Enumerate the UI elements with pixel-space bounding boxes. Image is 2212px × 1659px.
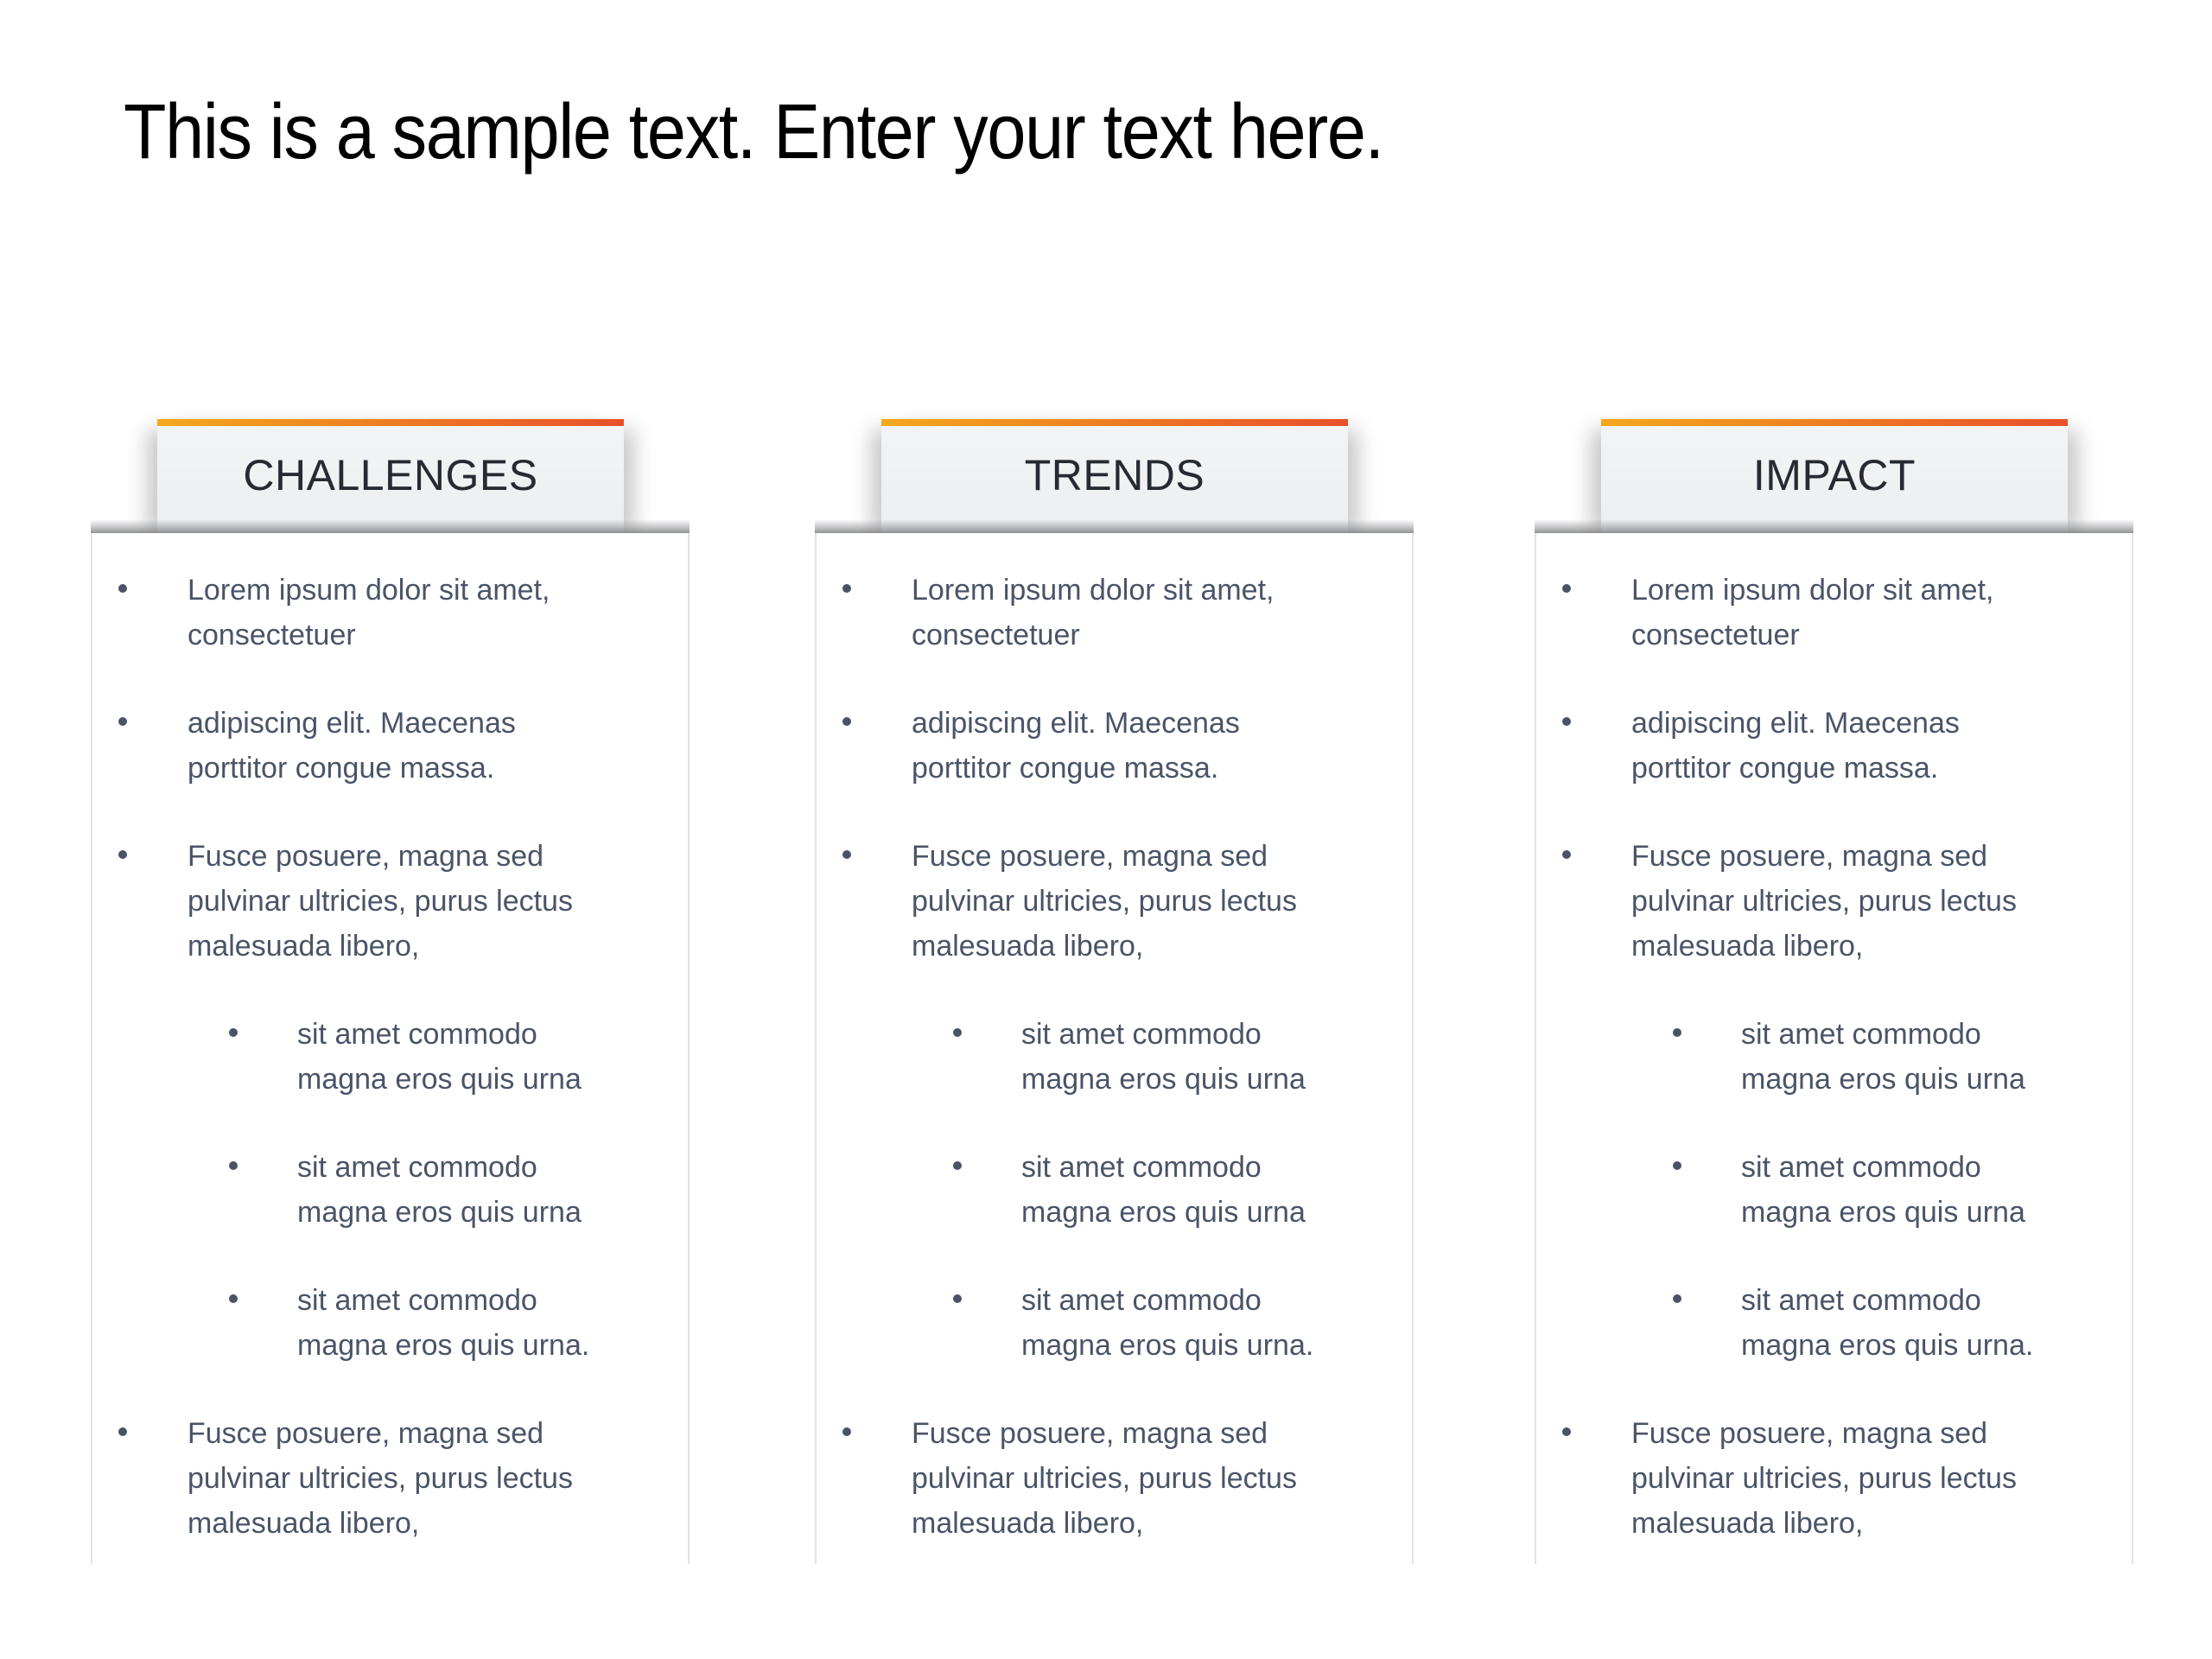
bullet-text: adipiscing elit. Maecenas porttitor cong… xyxy=(1631,707,1960,785)
bullet-dot-icon xyxy=(953,1294,962,1303)
bullet-text: Fusce posuere, magna sed pulvinar ultric… xyxy=(912,840,1297,963)
bullet-item: adipiscing elit. Maecenas porttitor cong… xyxy=(817,701,1412,791)
bullet-text: Fusce posuere, magna sed pulvinar ultric… xyxy=(188,1417,573,1540)
bullet-text: Lorem ipsum dolor sit amet, consectetuer xyxy=(912,574,1274,652)
bullet-dot-icon xyxy=(953,1161,962,1170)
sub-bullet-item: sit amet commodo magna eros quis urna. xyxy=(92,1278,688,1368)
sub-bullet-item: sit amet commodo magna eros quis urna xyxy=(92,1145,688,1235)
bullet-dot-icon xyxy=(842,1427,851,1436)
bullet-item: adipiscing elit. Maecenas porttitor cong… xyxy=(92,701,688,791)
bullet-text: sit amet commodo magna eros quis urna xyxy=(1741,1018,2025,1096)
bullet-text: Lorem ipsum dolor sit amet, consectetuer xyxy=(1631,574,1994,652)
slide-title: This is a sample text. Enter your text h… xyxy=(124,89,1384,175)
bullet-item: Fusce posuere, magna sed pulvinar ultric… xyxy=(817,834,1412,969)
accent-bar xyxy=(1601,419,2068,426)
card-challenges: CHALLENGES Lorem ipsum dolor sit amet, c… xyxy=(91,419,690,1564)
bullet-text: Fusce posuere, magna sed pulvinar ultric… xyxy=(912,1417,1297,1540)
sub-bullet-item: sit amet commodo magna eros quis urna xyxy=(817,1145,1412,1235)
bullet-text: Lorem ipsum dolor sit amet, consectetuer xyxy=(188,574,550,652)
bullet-dot-icon xyxy=(1562,1427,1571,1436)
bullet-dot-icon xyxy=(118,1427,127,1436)
card-header-tab: IMPACT xyxy=(1601,419,2068,533)
bullet-dot-icon xyxy=(229,1294,238,1303)
card-header-tab: CHALLENGES xyxy=(157,419,624,533)
bullet-text: sit amet commodo magna eros quis urna xyxy=(1021,1151,1306,1229)
bullet-text: sit amet commodo magna eros quis urna. xyxy=(1741,1284,2034,1362)
bullet-item: Fusce posuere, magna sed pulvinar ultric… xyxy=(1536,1411,2132,1546)
bullet-dot-icon xyxy=(842,850,851,859)
bullet-list: Lorem ipsum dolor sit amet, consectetuer… xyxy=(1536,568,2132,1589)
sub-bullet-item: sit amet commodo magna eros quis urna xyxy=(92,1012,688,1102)
bullet-item: Lorem ipsum dolor sit amet, consectetuer xyxy=(92,568,688,658)
bullet-item: Fusce posuere, magna sed pulvinar ultric… xyxy=(92,1411,688,1546)
card-impact: IMPACT Lorem ipsum dolor sit amet, conse… xyxy=(1535,419,2133,1564)
bullet-text: sit amet commodo magna eros quis urna xyxy=(297,1151,582,1229)
bullet-dot-icon xyxy=(229,1161,238,1170)
bullet-dot-icon xyxy=(842,584,851,593)
bullet-text: sit amet commodo magna eros quis urna. xyxy=(1021,1284,1314,1362)
bullet-text: Fusce posuere, magna sed pulvinar ultric… xyxy=(188,840,573,963)
bullet-dot-icon xyxy=(118,584,127,593)
bullet-dot-icon xyxy=(118,717,127,726)
sub-bullet-item: sit amet commodo magna eros quis urna xyxy=(1536,1012,2132,1102)
card-title: CHALLENGES xyxy=(243,451,538,499)
bullet-item: Fusce posuere, magna sed pulvinar ultric… xyxy=(92,834,688,969)
bullet-text: sit amet commodo magna eros quis urna xyxy=(1021,1018,1306,1096)
card-title: TRENDS xyxy=(1024,451,1205,499)
bullet-dot-icon xyxy=(1562,850,1571,859)
bullet-text: sit amet commodo magna eros quis urna xyxy=(297,1018,582,1096)
bullet-dot-icon xyxy=(229,1028,238,1037)
card-body: Lorem ipsum dolor sit amet, consectetuer… xyxy=(815,519,1414,1564)
bullet-dot-icon xyxy=(953,1028,962,1037)
bullet-text: adipiscing elit. Maecenas porttitor cong… xyxy=(188,707,516,785)
card-title: IMPACT xyxy=(1752,451,1916,499)
bullet-dot-icon xyxy=(1562,717,1571,726)
bullet-dot-icon xyxy=(1673,1161,1681,1170)
bullet-item: Lorem ipsum dolor sit amet, consectetuer xyxy=(1536,568,2132,658)
bullet-text: Fusce posuere, magna sed pulvinar ultric… xyxy=(1631,1417,2017,1540)
bullet-text: adipiscing elit. Maecenas porttitor cong… xyxy=(912,707,1240,785)
bullet-text: Fusce posuere, magna sed pulvinar ultric… xyxy=(1631,840,2017,963)
accent-bar xyxy=(157,419,624,426)
sub-bullet-item: sit amet commodo magna eros quis urna. xyxy=(817,1278,1412,1368)
bullet-item: Lorem ipsum dolor sit amet, consectetuer xyxy=(817,568,1412,658)
bullet-dot-icon xyxy=(1562,584,1571,593)
bullet-list: Lorem ipsum dolor sit amet, consectetuer… xyxy=(817,568,1412,1589)
card-header-tab: TRENDS xyxy=(881,419,1348,533)
sub-bullet-item: sit amet commodo magna eros quis urna xyxy=(817,1012,1412,1102)
card-body: Lorem ipsum dolor sit amet, consectetuer… xyxy=(91,519,690,1564)
bullet-item: Fusce posuere, magna sed pulvinar ultric… xyxy=(817,1411,1412,1546)
sub-bullet-item: sit amet commodo magna eros quis urna. xyxy=(1536,1278,2132,1368)
bullet-dot-icon xyxy=(1673,1294,1681,1303)
card-trends: TRENDS Lorem ipsum dolor sit amet, conse… xyxy=(815,419,1414,1564)
accent-bar xyxy=(881,419,1348,426)
bullet-dot-icon xyxy=(1673,1028,1681,1037)
sub-bullet-item: sit amet commodo magna eros quis urna xyxy=(1536,1145,2132,1235)
bullet-item: adipiscing elit. Maecenas porttitor cong… xyxy=(1536,701,2132,791)
card-body: Lorem ipsum dolor sit amet, consectetuer… xyxy=(1535,519,2133,1564)
bullet-item: Fusce posuere, magna sed pulvinar ultric… xyxy=(1536,834,2132,969)
bullet-dot-icon xyxy=(118,850,127,859)
bullet-dot-icon xyxy=(842,717,851,726)
bullet-text: sit amet commodo magna eros quis urna. xyxy=(297,1284,590,1362)
bullet-text: sit amet commodo magna eros quis urna xyxy=(1741,1151,2025,1229)
bullet-list: Lorem ipsum dolor sit amet, consectetuer… xyxy=(92,568,688,1589)
